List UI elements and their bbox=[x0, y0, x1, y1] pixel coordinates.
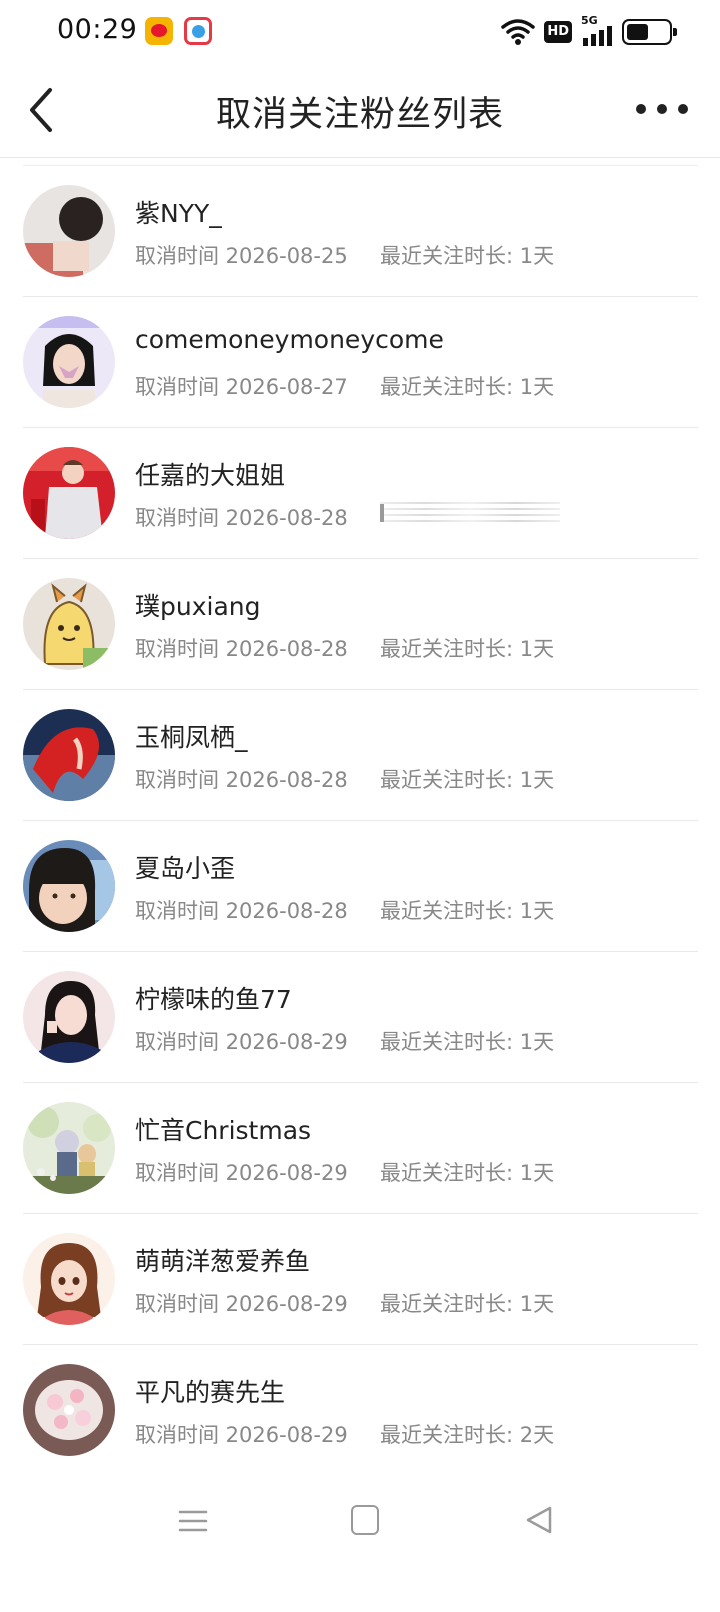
user-name: comemoneymoneycome bbox=[135, 325, 444, 354]
battery-level bbox=[627, 24, 648, 40]
cancel-time: 取消时间 2026-08-28 bbox=[135, 899, 348, 923]
status-bar: 00:29 HD 5G bbox=[0, 0, 720, 64]
avatar[interactable] bbox=[23, 578, 115, 670]
wifi-icon bbox=[501, 19, 536, 45]
cancel-time: 取消时间 2026-08-29 bbox=[135, 1161, 348, 1185]
avatar[interactable] bbox=[23, 1102, 115, 1194]
cancel-time: 取消时间 2026-08-29 bbox=[135, 1423, 348, 1447]
avatar[interactable] bbox=[23, 709, 115, 801]
user-name: 夏岛小歪 bbox=[135, 854, 236, 883]
app-notification-icon bbox=[184, 17, 212, 45]
battery-icon bbox=[622, 19, 677, 45]
list-item[interactable]: 璞puxiang 取消时间 2026-08-28 最近关注时长: 1天 bbox=[23, 559, 698, 690]
avatar[interactable] bbox=[23, 840, 115, 932]
cancel-time: 取消时间 2026-08-28 bbox=[135, 768, 348, 792]
page-title: 取消关注粉丝列表 bbox=[215, 95, 504, 135]
follow-duration: 最近关注时长: 1天 bbox=[380, 768, 555, 792]
follow-duration: 最近关注时长: 1天 bbox=[380, 244, 555, 268]
follow-duration: 最近关注时长: 1天 bbox=[380, 375, 555, 399]
signal-icon: 5G bbox=[581, 14, 613, 46]
cancel-time: 取消时间 2026-08-25 bbox=[135, 244, 348, 268]
user-name: 任嘉的大姐姐 bbox=[135, 461, 286, 490]
follow-duration: 最近关注时长: 2天 bbox=[380, 1423, 555, 1447]
cancel-time: 取消时间 2026-08-27 bbox=[135, 375, 348, 399]
user-name: 忙音Christmas bbox=[135, 1116, 312, 1145]
list-item[interactable]: 柠檬味的鱼77 取消时间 2026-08-29 最近关注时长: 1天 bbox=[23, 952, 698, 1083]
list-item[interactable]: 紫NYY_ 取消时间 2026-08-25 最近关注时长: 1天 bbox=[23, 166, 698, 297]
list-item[interactable]: 平凡的赛先生 取消时间 2026-08-29 最近关注时长: 2天 bbox=[23, 1345, 698, 1476]
weibo-icon bbox=[145, 17, 173, 45]
user-name: 柠檬味的鱼77 bbox=[135, 985, 292, 1014]
avatar[interactable] bbox=[23, 1364, 115, 1456]
list-item[interactable]: 玉桐凤栖_ 取消时间 2026-08-28 最近关注时长: 1天 bbox=[23, 690, 698, 821]
follow-duration: 最近关注时长: 1天 bbox=[380, 1030, 555, 1054]
list-item[interactable]: 萌萌洋葱爱养鱼 取消时间 2026-08-29 最近关注时长: 1天 bbox=[23, 1214, 698, 1345]
cancel-time: 取消时间 2026-08-28 bbox=[135, 637, 348, 661]
list-item[interactable]: comemoneymoneycome 取消时间 2026-08-27 最近关注时… bbox=[23, 297, 698, 428]
list-item[interactable]: 忙音Christmas 取消时间 2026-08-29 最近关注时长: 1天 bbox=[23, 1083, 698, 1214]
follow-duration: 最近关注时长: 1天 bbox=[380, 637, 555, 661]
avatar[interactable] bbox=[23, 1233, 115, 1325]
avatar[interactable] bbox=[23, 185, 115, 277]
hd-icon: HD bbox=[544, 21, 572, 43]
more-dots-icon[interactable] bbox=[636, 98, 688, 120]
back-triangle-icon[interactable] bbox=[524, 1504, 554, 1536]
cancel-time: 取消时间 2026-08-29 bbox=[135, 1030, 348, 1054]
user-name: 玉桐凤栖_ bbox=[135, 723, 248, 752]
user-name: 璞puxiang bbox=[135, 592, 261, 621]
home-square-icon[interactable] bbox=[351, 1505, 379, 1535]
avatar[interactable] bbox=[23, 316, 115, 408]
follow-duration: 最近关注时长: 1天 bbox=[380, 1161, 555, 1185]
user-name: 紫NYY_ bbox=[135, 199, 222, 228]
list-item[interactable]: 夏岛小歪 取消时间 2026-08-28 最近关注时长: 1天 bbox=[23, 821, 698, 952]
follow-duration: 最近关注时长: 1天 bbox=[380, 1292, 555, 1316]
list-item[interactable]: 任嘉的大姐姐 取消时间 2026-08-28 bbox=[23, 428, 698, 559]
menu-icon[interactable] bbox=[178, 1506, 208, 1536]
user-name: 萌萌洋葱爱养鱼 bbox=[135, 1247, 311, 1276]
system-nav-bar bbox=[0, 1480, 720, 1612]
status-indicators: HD 5G bbox=[501, 14, 677, 48]
cancel-time: 取消时间 2026-08-28 bbox=[135, 506, 348, 530]
avatar[interactable] bbox=[23, 971, 115, 1063]
unfollow-list: 紫NYY_ 取消时间 2026-08-25 最近关注时长: 1天 comemon… bbox=[23, 165, 698, 1476]
user-name: 平凡的赛先生 bbox=[135, 1378, 286, 1407]
cancel-time: 取消时间 2026-08-29 bbox=[135, 1292, 348, 1316]
follow-duration: 最近关注时长: 1天 bbox=[380, 899, 555, 923]
avatar[interactable] bbox=[23, 447, 115, 539]
status-time: 00:29 bbox=[57, 14, 138, 45]
app-header: 取消关注粉丝列表 bbox=[0, 64, 720, 158]
redacted-duration bbox=[380, 502, 560, 528]
